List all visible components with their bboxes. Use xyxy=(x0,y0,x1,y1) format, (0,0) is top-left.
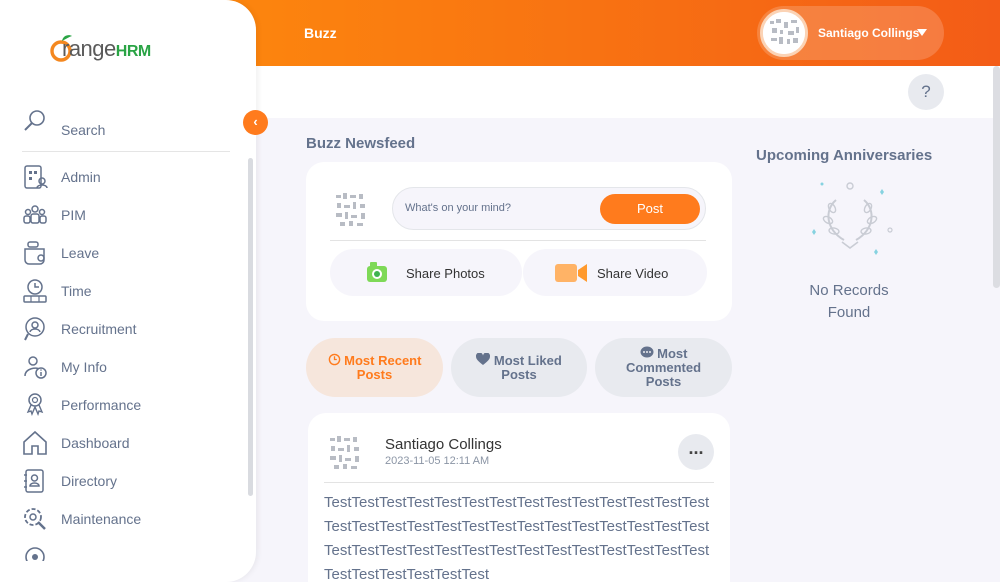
divider xyxy=(324,482,714,483)
tab-label: Posts xyxy=(356,367,393,382)
empty-line: Found xyxy=(827,304,871,321)
post-body: TestTestTestTestTestTestTestTestTestTest… xyxy=(324,494,710,582)
share-video-label: Share Video xyxy=(597,266,669,281)
brand-suffix: HRM xyxy=(115,43,151,60)
post-button[interactable]: Post xyxy=(600,194,700,224)
help-button[interactable]: ? xyxy=(908,74,944,110)
sidebar-item-partial[interactable] xyxy=(22,541,232,561)
brand-text: range xyxy=(62,36,116,61)
my-info-icon xyxy=(24,356,47,379)
pim-icon xyxy=(23,205,47,224)
sidebar-item-dashboard[interactable]: Dashboard xyxy=(22,427,232,459)
leave-icon xyxy=(24,241,45,265)
share-video-button[interactable]: Share Video xyxy=(523,249,707,296)
create-post-card: What's on your mind? Post Share Photos S… xyxy=(306,162,732,321)
newsfeed-title: Buzz Newsfeed xyxy=(306,135,416,152)
sidebar-item-label: Leave xyxy=(61,245,100,261)
user-avatar xyxy=(336,193,365,226)
search-icon xyxy=(24,110,45,131)
empty-line: No Records xyxy=(809,282,889,299)
time-icon xyxy=(23,279,47,303)
caret-down-icon xyxy=(917,29,927,36)
page-title: Buzz xyxy=(304,25,337,41)
tab-label: Commented xyxy=(625,360,702,375)
sidebar-item-label: Maintenance xyxy=(61,511,142,527)
anniversaries-title: Upcoming Anniversaries xyxy=(756,147,933,164)
performance-icon xyxy=(26,393,44,416)
sidebar-item-label: Admin xyxy=(61,169,101,185)
directory-icon xyxy=(24,469,44,493)
tab-label: Most Liked xyxy=(493,353,562,368)
buzz-icon xyxy=(25,547,45,561)
tab-label: Posts xyxy=(645,374,682,389)
maintenance-icon xyxy=(24,508,46,530)
no-records-message: No Records Found xyxy=(780,280,918,324)
sidebar: rangeHRM Search Admin PIM Leave Time Rec… xyxy=(0,0,256,582)
tab-label: Posts xyxy=(501,367,537,382)
post-date: 2023-11-05 12:11 AM xyxy=(385,455,490,467)
share-photos-label: Share Photos xyxy=(406,266,485,281)
sidebar-item-time[interactable]: Time xyxy=(22,275,232,307)
sidebar-item-my-info[interactable]: My Info xyxy=(22,351,232,383)
search-label: Search xyxy=(61,122,106,138)
admin-icon xyxy=(24,165,48,189)
video-camera-icon xyxy=(555,264,587,282)
page-scrollbar[interactable] xyxy=(993,66,1000,288)
post-input-placeholder: What's on your mind? xyxy=(405,202,512,214)
comment-icon xyxy=(640,346,654,358)
collapse-sidebar-button[interactable]: ‹ xyxy=(243,110,268,135)
sidebar-item-label: Performance xyxy=(61,397,142,413)
tab-most-liked-posts[interactable]: Most Liked Posts xyxy=(451,338,587,397)
sidebar-item-label: Time xyxy=(61,283,92,299)
sidebar-item-label: Recruitment xyxy=(61,321,137,337)
sidebar-item-pim[interactable]: PIM xyxy=(22,199,232,231)
sidebar-item-maintenance[interactable]: Maintenance xyxy=(22,503,232,535)
user-dropdown[interactable]: Santiago Collings xyxy=(757,6,944,60)
post-card: Santiago Collings 2023-11-05 12:11 AM ..… xyxy=(308,413,730,582)
tab-label: Most xyxy=(657,346,688,361)
user-avatar xyxy=(760,9,808,57)
sidebar-item-admin[interactable]: Admin xyxy=(22,161,232,193)
sidebar-item-directory[interactable]: Directory xyxy=(22,465,232,497)
laurel-wreath-icon xyxy=(812,182,893,255)
sidebar-item-label: My Info xyxy=(61,359,107,375)
sidebar-scrollbar[interactable] xyxy=(248,158,253,496)
dashboard-icon xyxy=(23,430,47,455)
sidebar-item-label: Dashboard xyxy=(61,435,130,451)
tab-most-commented-posts[interactable]: Most Commented Posts xyxy=(595,338,732,397)
clock-icon xyxy=(328,353,340,366)
sidebar-item-label: PIM xyxy=(61,207,86,223)
user-name: Santiago Collings xyxy=(818,26,920,40)
tab-label: Most Recent xyxy=(344,353,422,368)
heart-icon xyxy=(476,352,491,365)
share-photos-button[interactable]: Share Photos xyxy=(330,249,522,296)
sidebar-item-leave[interactable]: Leave xyxy=(22,237,232,269)
sidebar-item-recruitment[interactable]: Recruitment xyxy=(22,313,232,345)
divider xyxy=(330,240,706,241)
tab-most-recent-posts[interactable]: Most Recent Posts xyxy=(306,338,443,397)
sidebar-search[interactable]: Search xyxy=(22,108,230,152)
author-avatar xyxy=(330,436,359,469)
logo[interactable]: rangeHRM xyxy=(50,32,170,64)
post-author[interactable]: Santiago Collings xyxy=(385,436,502,453)
sidebar-item-label: Directory xyxy=(61,473,118,489)
recruitment-icon xyxy=(24,317,45,341)
sub-header xyxy=(256,66,1000,118)
camera-icon xyxy=(367,262,387,282)
post-options-button[interactable]: ... xyxy=(678,434,714,470)
sidebar-item-performance[interactable]: Performance xyxy=(22,389,232,421)
